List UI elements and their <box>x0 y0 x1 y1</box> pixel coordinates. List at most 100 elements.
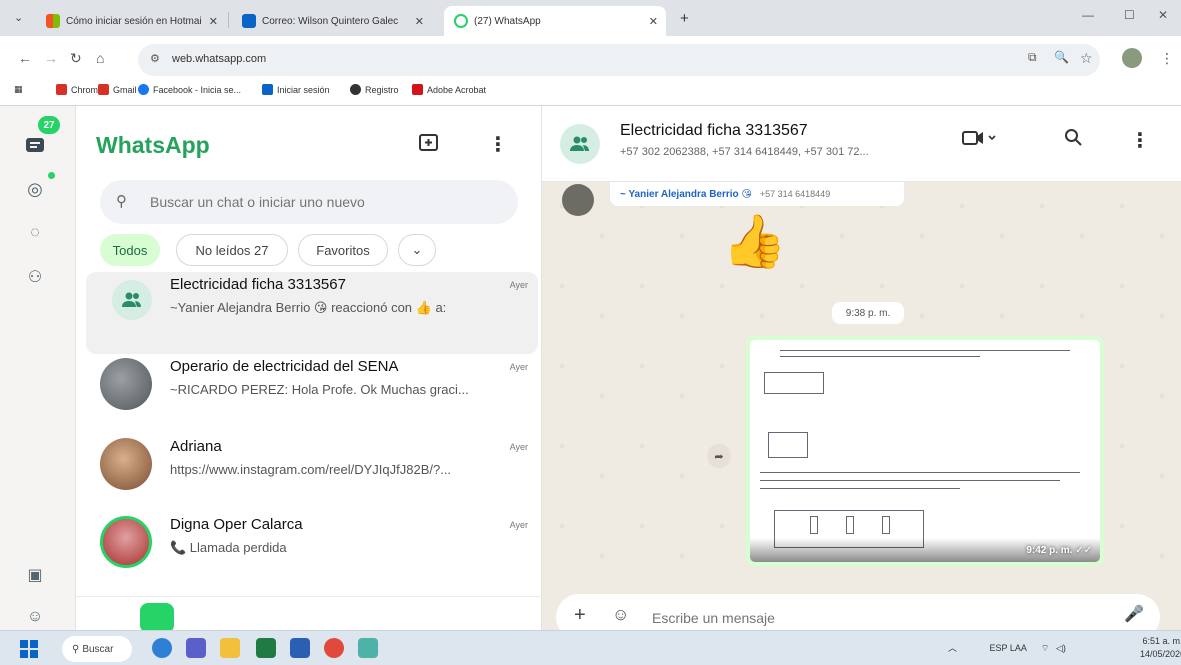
close-icon[interactable]: ✕ <box>649 15 658 28</box>
volume-icon[interactable]: ◁) <box>1056 643 1066 653</box>
edge-icon[interactable] <box>152 638 172 658</box>
chats-icon[interactable] <box>22 132 48 158</box>
bookmarks-bar: ▦ Chrome Gmail Facebook - Inicia se... I… <box>0 76 1181 106</box>
maximize-icon[interactable]: ☐ <box>1124 8 1135 22</box>
tab-hotmail[interactable]: Cómo iniciar sesión en Hotmai ✕ <box>36 6 226 36</box>
new-chat-icon[interactable] <box>418 132 442 156</box>
taskbar: ⚲ Buscar ︿ ESP LAA ⌔ ◁) 6:51 a. m. 14/05/… <box>0 630 1181 665</box>
tab-title: (27) WhatsApp <box>474 15 541 27</box>
download-promo[interactable] <box>76 596 542 633</box>
message-timestamp: 9:38 p. m. <box>832 302 904 324</box>
registro-icon <box>350 84 361 95</box>
profile-icon[interactable]: ☺ <box>22 604 48 630</box>
clock-date: 14/05/2026 <box>1140 649 1181 659</box>
tab-search-icon[interactable]: ⌄ <box>14 11 23 24</box>
message-input[interactable] <box>652 608 1092 628</box>
chrome-menu-icon[interactable]: ⋮ <box>1160 50 1174 67</box>
thumbs-up-sticker[interactable]: 👍 <box>722 216 787 268</box>
home-icon[interactable]: ⌂ <box>96 50 104 66</box>
close-icon[interactable]: ✕ <box>209 15 218 28</box>
image-message[interactable]: 9:42 p. m. ✓✓ <box>746 336 1104 566</box>
filter-todos[interactable]: Todos <box>100 234 160 266</box>
menu-icon[interactable]: ⋮ <box>1130 128 1150 153</box>
chat-item-digna[interactable]: Digna Oper Calarca Ayer 📞 Llamada perdid… <box>86 502 538 584</box>
chat-item-operario[interactable]: Operario de electricidad del SENA Ayer ~… <box>86 344 538 426</box>
system-tray[interactable]: ︿ ESP LAA ⌔ ◁) <box>948 641 1066 654</box>
taskbar-search[interactable]: ⚲ Buscar <box>62 636 132 662</box>
install-app-icon[interactable]: ⧉ <box>1028 50 1037 65</box>
new-tab-icon[interactable]: + <box>680 10 689 27</box>
bookmark-gmail[interactable]: Gmail <box>98 84 137 95</box>
clock[interactable]: 6:51 a. m. 14/05/2026 <box>1140 635 1181 661</box>
zoom-icon[interactable]: 🔍 <box>1054 50 1069 64</box>
whatsapp-logo-icon <box>140 603 174 633</box>
compose-box[interactable]: + ☺ 🎤 <box>556 594 1160 630</box>
start-icon[interactable] <box>20 640 38 658</box>
nav-rail: 27 ◎ ◌ ⚇ ▣ ☺ <box>0 106 76 630</box>
group-avatar <box>112 280 152 320</box>
window-close-icon[interactable]: ✕ <box>1158 8 1168 22</box>
search-icon[interactable] <box>1064 128 1082 151</box>
whatsapp-icon <box>454 14 468 28</box>
group-avatar[interactable] <box>560 124 600 164</box>
back-icon[interactable]: ← <box>18 50 32 66</box>
microphone-icon[interactable]: 🎤 <box>1124 604 1144 624</box>
excel-icon[interactable] <box>256 638 276 658</box>
teams-icon[interactable] <box>186 638 206 658</box>
site-info-icon[interactable]: ⚙ <box>150 52 160 65</box>
app-icon[interactable] <box>358 638 378 658</box>
bookmark-facebook[interactable]: Facebook - Inicia se... <box>138 84 241 95</box>
chat-list-panel: WhatsApp ⋮ ⚲ Todos No leídos 27 Favorito… <box>76 106 542 633</box>
conversation-pane: Electricidad ficha 3313567 +57 302 20623… <box>542 106 1181 630</box>
gmail-icon <box>98 84 109 95</box>
attach-icon[interactable]: + <box>574 604 586 627</box>
chat-item-adriana[interactable]: Adriana Ayer https://www.instagram.com/r… <box>86 424 538 506</box>
bookmark-iniciar-sesion[interactable]: Iniciar sesión <box>262 84 330 95</box>
sender-avatar[interactable] <box>562 184 594 216</box>
sender-label: ~ Yanier Alejandra Berrio 😘 +57 314 6418… <box>610 182 904 206</box>
search-bar[interactable]: ⚲ <box>100 180 518 224</box>
status-icon[interactable]: ◎ <box>22 176 48 202</box>
bookmark-chrome[interactable]: Chrome <box>56 84 103 95</box>
word-icon[interactable] <box>290 638 310 658</box>
filter-more-button[interactable]: ⌄ <box>398 234 436 266</box>
bookmark-registro[interactable]: Registro <box>350 84 399 95</box>
close-icon[interactable]: ✕ <box>415 15 424 28</box>
avatar <box>100 438 152 490</box>
apps-icon[interactable]: ▦ <box>14 84 23 95</box>
chrome-icon[interactable] <box>324 638 344 658</box>
reload-icon[interactable]: ↻ <box>70 50 82 67</box>
tab-whatsapp[interactable]: (27) WhatsApp ✕ <box>444 6 666 36</box>
forward-icon[interactable]: → <box>44 50 58 66</box>
language-indicator[interactable]: ESP LAA <box>990 643 1027 653</box>
bookmark-star-icon[interactable]: ☆ <box>1080 50 1093 67</box>
profile-avatar[interactable] <box>1122 48 1142 68</box>
tray-chevron-icon[interactable]: ︿ <box>948 643 957 653</box>
chat-name: Electricidad ficha 3313567 <box>170 276 346 293</box>
tab-outlook[interactable]: Correo: Wilson Quintero Galec ✕ <box>232 6 432 36</box>
url-field[interactable]: ⚙ web.whatsapp.com <box>138 44 1100 76</box>
filter-favoritos[interactable]: Favoritos <box>298 234 388 266</box>
filter-no-leidos[interactable]: No leídos 27 <box>176 234 288 266</box>
search-input[interactable] <box>150 191 490 213</box>
outlook-icon <box>242 14 256 28</box>
chat-item-electricidad[interactable]: Electricidad ficha 3313567 Ayer ~Yanier … <box>86 272 538 354</box>
explorer-icon[interactable] <box>220 638 240 658</box>
emoji-icon[interactable]: ☺ <box>612 605 629 625</box>
video-call-button[interactable] <box>962 130 998 151</box>
menu-icon[interactable]: ⋮ <box>488 132 508 157</box>
communities-icon[interactable]: ⚇ <box>22 264 48 290</box>
conversation-header[interactable]: Electricidad ficha 3313567 +57 302 20623… <box>542 106 1181 182</box>
status-dot <box>48 172 55 179</box>
minimize-icon[interactable]: — <box>1082 8 1094 22</box>
clock-time: 6:51 a. m. <box>1142 636 1181 646</box>
bookmark-adobe[interactable]: Adobe Acrobat <box>412 84 486 95</box>
app-title: WhatsApp <box>96 132 210 158</box>
channels-icon[interactable]: ◌ <box>22 220 48 246</box>
sender-name[interactable]: ~ Yanier Alejandra Berrio 😘 <box>620 189 752 200</box>
forward-icon[interactable]: ➦ <box>707 444 731 468</box>
wifi-icon[interactable]: ⌔ <box>1041 643 1049 653</box>
media-icon[interactable]: ▣ <box>22 562 48 588</box>
url-text: web.whatsapp.com <box>172 53 267 65</box>
image-thumbnail[interactable]: 9:42 p. m. ✓✓ <box>750 340 1100 562</box>
